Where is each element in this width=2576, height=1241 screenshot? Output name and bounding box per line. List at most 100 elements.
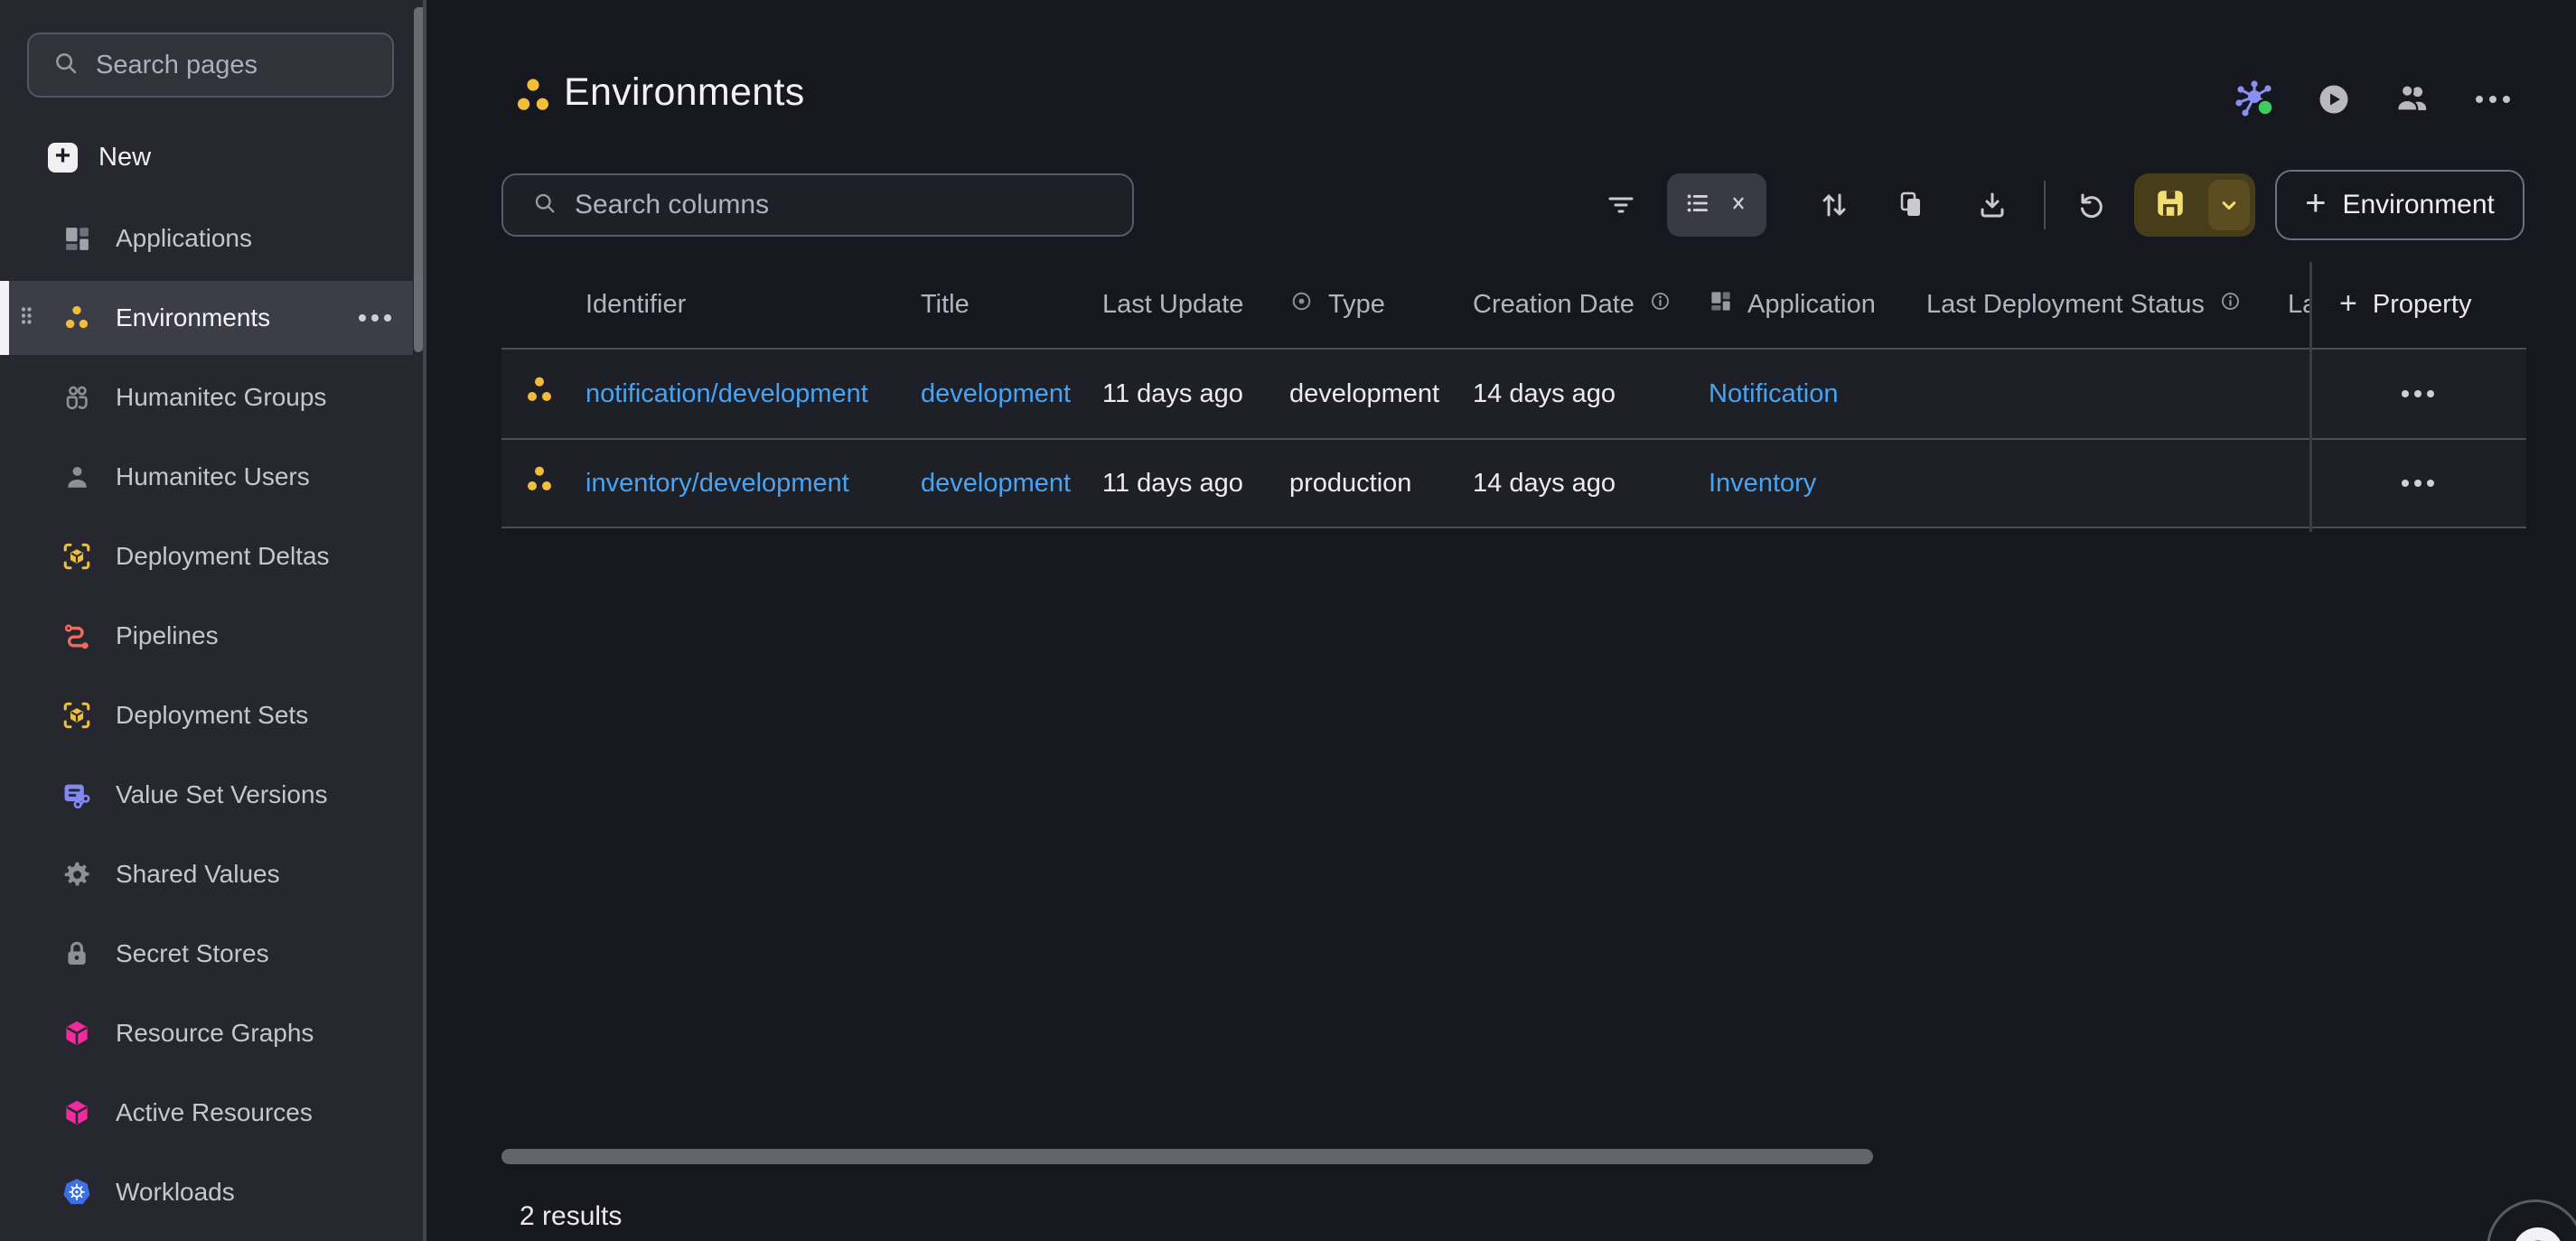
title-link[interactable]: development	[921, 379, 1071, 409]
column-label: Last Deployment Status	[1926, 290, 2205, 320]
columns-search[interactable]	[501, 173, 1134, 237]
row-actions-button[interactable]	[2393, 471, 2443, 496]
sidebar-item-humanitec-groups[interactable]: Humanitec Groups	[0, 358, 423, 437]
user-icon	[61, 462, 92, 492]
save-button[interactable]	[2134, 173, 2255, 237]
pinned-column-divider[interactable]	[2309, 262, 2312, 532]
application-link[interactable]: Notification	[1709, 379, 1838, 409]
page-title: Environments	[564, 70, 805, 115]
sidebar-item-shared-values[interactable]: Shared Values	[0, 835, 423, 914]
cube-icon	[61, 1018, 92, 1049]
columns-search-input[interactable]	[575, 190, 1103, 220]
last-update-cell: 11 days ago	[1102, 379, 1289, 409]
sidebar-item-label: Deployment Deltas	[116, 542, 330, 571]
header-actions	[2233, 78, 2515, 121]
save-floppy-icon	[2154, 187, 2187, 224]
pipeline-icon	[61, 620, 92, 651]
environment-dots-icon	[521, 462, 557, 505]
table-horizontal-scrollbar-thumb[interactable]	[501, 1149, 1873, 1164]
identifier-link[interactable]: inventory/development	[585, 469, 849, 499]
sidebar-item-label: Active Resources	[116, 1098, 313, 1127]
results-count: 2 results	[520, 1201, 622, 1232]
play-button[interactable]	[2312, 78, 2356, 121]
column-header-last-update[interactable]: Last Update	[1102, 262, 1289, 348]
toolbar-divider	[2044, 181, 2046, 229]
sidebar-item-applications[interactable]: Applications	[0, 199, 423, 278]
sidebar-scrollbar-thumb[interactable]	[414, 7, 423, 352]
plus-icon: +	[2305, 185, 2326, 225]
main-content: Environments	[426, 0, 2576, 1241]
network-graph-button[interactable]	[2233, 78, 2276, 121]
ellipsis-icon	[2476, 96, 2510, 103]
add-property-label: Property	[2373, 290, 2472, 320]
lock-icon	[61, 938, 92, 969]
last-update-cell: 11 days ago	[1102, 469, 1289, 499]
sidebar-search-input[interactable]	[96, 51, 369, 80]
row-actions-button[interactable]	[2393, 381, 2443, 406]
info-icon[interactable]	[2219, 290, 2242, 320]
add-environment-button[interactable]: + Environment	[2275, 170, 2524, 240]
table-row[interactable]: inventory/development development 11 day…	[501, 438, 2526, 528]
sidebar-item-deployment-sets[interactable]: Deployment Sets	[0, 676, 423, 755]
help-button[interactable]: ?	[2487, 1199, 2576, 1241]
sidebar-item-workloads[interactable]: Workloads	[0, 1152, 423, 1232]
view-list-button[interactable]	[1667, 173, 1766, 237]
filter-button[interactable]	[1603, 187, 1639, 223]
table-row[interactable]: notification/development development 11 …	[501, 348, 2526, 438]
kubernetes-icon	[61, 1177, 92, 1208]
application-grid-icon	[1709, 289, 1733, 321]
sidebar-item-label: Humanitec Users	[116, 462, 310, 491]
sidebar-search[interactable]	[27, 33, 394, 98]
identifier-link[interactable]: notification/development	[585, 379, 868, 409]
sidebar-item-secret-stores[interactable]: Secret Stores	[0, 914, 423, 994]
column-header-type[interactable]: Type	[1289, 262, 1473, 348]
creation-date-cell: 14 days ago	[1473, 379, 1709, 409]
column-header-truncated[interactable]: La	[2288, 262, 2309, 348]
new-button[interactable]: + New	[48, 132, 151, 182]
column-header-title[interactable]: Title	[921, 262, 1102, 348]
title-link[interactable]: development	[921, 469, 1071, 499]
environment-dots-icon	[511, 74, 555, 122]
save-dropdown-button[interactable]	[2208, 180, 2250, 230]
table-header: Identifier Title Last Update Type Creati…	[501, 262, 2526, 348]
value-set-icon	[61, 779, 92, 810]
info-icon[interactable]	[1649, 290, 1672, 320]
sidebar-item-resource-graphs[interactable]: Resource Graphs	[0, 994, 423, 1073]
sidebar-item-humanitec-users[interactable]: Humanitec Users	[0, 437, 423, 517]
copy-button[interactable]	[1893, 187, 1929, 223]
drag-handle-icon[interactable]	[19, 305, 33, 331]
more-options-button[interactable]	[2471, 78, 2515, 121]
sidebar-item-deployment-deltas[interactable]: Deployment Deltas	[0, 517, 423, 596]
sidebar-item-active-resources[interactable]: Active Resources	[0, 1073, 423, 1152]
sidebar-item-label: Deployment Sets	[116, 701, 308, 730]
cube-scan-icon	[61, 541, 92, 572]
column-header-creation-date[interactable]: Creation Date	[1473, 262, 1709, 348]
groups-icon	[61, 382, 92, 413]
sidebar-item-label: Shared Values	[116, 860, 280, 889]
search-icon	[52, 50, 80, 81]
application-link[interactable]: Inventory	[1709, 469, 1816, 499]
sidebar-item-value-set-versions[interactable]: Value Set Versions	[0, 755, 423, 835]
column-header-application[interactable]: Application	[1709, 262, 1926, 348]
add-environment-label: Environment	[2342, 190, 2494, 220]
download-button[interactable]	[1974, 187, 2010, 223]
column-header-identifier[interactable]: Identifier	[585, 262, 921, 348]
column-header-last-deployment-status[interactable]: Last Deployment Status	[1926, 262, 2288, 348]
members-button[interactable]	[2392, 78, 2435, 121]
add-property-button[interactable]: + Property	[2309, 262, 2526, 348]
apps-grid-icon	[61, 223, 92, 254]
active-item-indicator	[0, 281, 9, 355]
plus-icon: +	[2339, 288, 2357, 322]
environments-more-button[interactable]	[359, 314, 391, 322]
undo-button[interactable]	[2074, 187, 2110, 223]
sort-button[interactable]	[1816, 187, 1852, 223]
search-icon	[532, 191, 557, 220]
clear-view-x-icon[interactable]	[1725, 190, 1752, 221]
creation-date-cell: 14 days ago	[1473, 469, 1709, 499]
sidebar-item-label: Resource Graphs	[116, 1019, 314, 1048]
sidebar-nav: Applications Environments Humanitec Grou…	[0, 199, 423, 1232]
radio-target-icon	[1289, 289, 1314, 321]
sidebar-item-environments[interactable]: Environments	[0, 281, 413, 355]
sidebar-item-pipelines[interactable]: Pipelines	[0, 596, 423, 676]
list-view-icon	[1681, 186, 1716, 225]
